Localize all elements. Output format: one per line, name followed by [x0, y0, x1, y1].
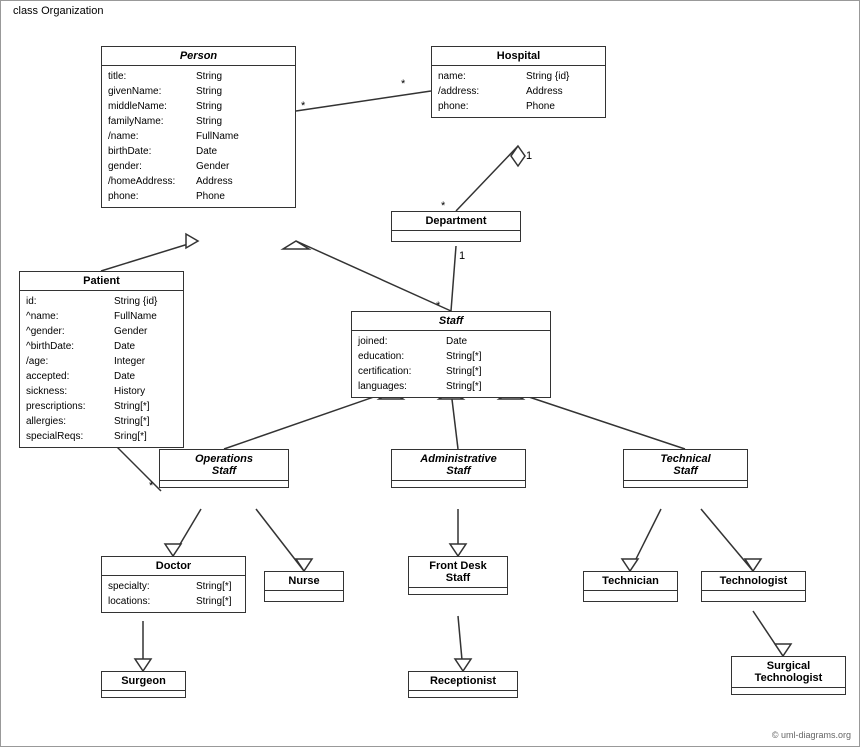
class-patient: Patient id:String {id} ^name:FullName ^g… [19, 271, 184, 448]
class-nurse-header: Nurse [265, 572, 343, 591]
diagram-container: class Organization * * 1 * 1 * * * [0, 0, 860, 747]
class-technologist-header: Technologist [702, 572, 805, 591]
class-department-body [392, 231, 520, 241]
class-doctor-header: Doctor [102, 557, 245, 576]
class-technical-staff-header: TechnicalStaff [624, 450, 747, 481]
class-patient-body: id:String {id} ^name:FullName ^gender:Ge… [20, 291, 183, 447]
class-admin-staff: AdministrativeStaff [391, 449, 526, 488]
class-surgeon: Surgeon [101, 671, 186, 698]
class-person: Person title:String givenName:String mid… [101, 46, 296, 208]
class-technical-staff: TechnicalStaff [623, 449, 748, 488]
svg-text:*: * [301, 100, 306, 112]
class-person-body: title:String givenName:String middleName… [102, 66, 295, 207]
class-technician-header: Technician [584, 572, 677, 591]
class-staff: Staff joined:Date education:String[*] ce… [351, 311, 551, 398]
svg-text:1: 1 [526, 150, 532, 162]
class-doctor: Doctor specialty:String[*] locations:Str… [101, 556, 246, 613]
class-operations-staff-header: OperationsStaff [160, 450, 288, 481]
class-staff-body: joined:Date education:String[*] certific… [352, 331, 550, 397]
class-doctor-body: specialty:String[*] locations:String[*] [102, 576, 245, 612]
svg-text:*: * [401, 78, 406, 90]
class-surgical-tech-header: SurgicalTechnologist [732, 657, 845, 688]
class-person-header: Person [102, 47, 295, 66]
class-front-desk-header: Front DeskStaff [409, 557, 507, 588]
svg-text:*: * [149, 480, 154, 492]
class-hospital-body: name:String {id} /address:Address phone:… [432, 66, 605, 117]
class-department-header: Department [392, 212, 520, 231]
class-nurse: Nurse [264, 571, 344, 602]
diagram-title: class Organization [9, 5, 108, 17]
class-technologist: Technologist [701, 571, 806, 602]
class-technician: Technician [583, 571, 678, 602]
class-operations-staff: OperationsStaff [159, 449, 289, 488]
copyright-text: © uml-diagrams.org [772, 730, 851, 740]
svg-text:1: 1 [459, 250, 465, 262]
class-patient-header: Patient [20, 272, 183, 291]
class-hospital-header: Hospital [432, 47, 605, 66]
class-hospital: Hospital name:String {id} /address:Addre… [431, 46, 606, 118]
class-receptionist-header: Receptionist [409, 672, 517, 691]
class-surgeon-header: Surgeon [102, 672, 185, 691]
class-staff-header: Staff [352, 312, 550, 331]
class-receptionist: Receptionist [408, 671, 518, 698]
class-front-desk: Front DeskStaff [408, 556, 508, 595]
class-department: Department [391, 211, 521, 242]
class-admin-staff-header: AdministrativeStaff [392, 450, 525, 481]
class-surgical-tech: SurgicalTechnologist [731, 656, 846, 695]
